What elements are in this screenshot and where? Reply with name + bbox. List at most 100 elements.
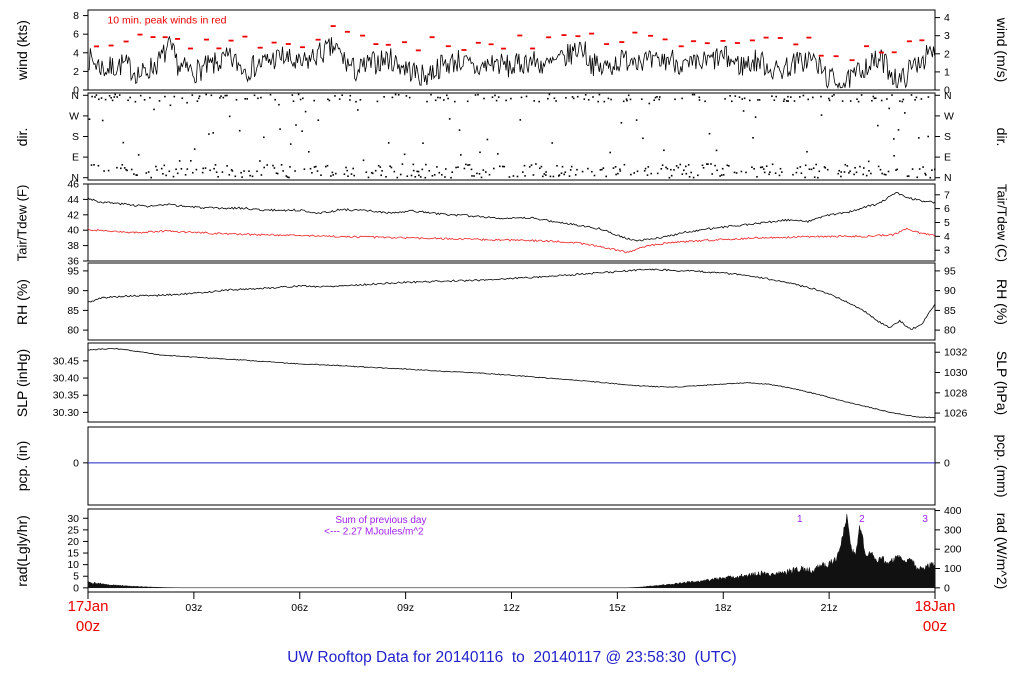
dir-dot (782, 100, 785, 102)
dir-dot (482, 169, 485, 171)
dir-dot (433, 174, 436, 176)
axis-title-tair-right: Tair/Tdew (C) (994, 183, 1010, 262)
dir-dot (891, 94, 893, 96)
dir-dot (190, 160, 192, 162)
dir-dot (738, 96, 741, 98)
dir-dot (587, 167, 589, 170)
dir-dot (412, 169, 415, 172)
dir-dot (100, 97, 103, 99)
dir-dot (176, 172, 179, 175)
dir-dot (675, 165, 678, 167)
x-axis-tick-label: 18z (715, 602, 732, 614)
peak-wind-dash (216, 47, 222, 50)
dir-dot (572, 97, 575, 100)
dir-dot (603, 100, 606, 103)
dir-dot (840, 175, 842, 178)
tick-label-rh-right: 90 (944, 285, 956, 297)
dir-dot (524, 175, 526, 177)
dir-dot (485, 171, 487, 173)
dir-dot (904, 112, 906, 114)
dir-dot (445, 168, 447, 170)
peak-wind-dash (561, 34, 567, 36)
tick-label-tair-left: 46 (67, 179, 79, 191)
dir-dot (833, 94, 835, 96)
peak-wind-dash (257, 46, 263, 49)
peak-wind-dash (175, 38, 180, 40)
dir-dot (643, 170, 646, 172)
peak-wind-dash (475, 41, 481, 44)
dir-dot (512, 175, 515, 177)
dir-dot (571, 96, 574, 98)
dir-dot (137, 154, 140, 156)
dir-dot (619, 170, 622, 172)
dir-dot (880, 99, 883, 102)
dir-dot (108, 95, 111, 97)
dir-dot (380, 174, 382, 177)
dir-dot (661, 164, 664, 166)
dir-dot (646, 174, 649, 176)
peak-wind-dash (137, 33, 143, 36)
dir-dot (295, 124, 297, 126)
dir-dot (463, 167, 466, 170)
dir-dot (126, 169, 128, 172)
dir-dot (121, 164, 124, 166)
tick-label-tair-right: 7 (944, 189, 950, 201)
dir-dot (91, 95, 93, 98)
tick-label-dir-right: N (944, 172, 952, 184)
dir-dot (644, 167, 647, 170)
dir-dot (887, 170, 890, 173)
dir-dot (371, 172, 374, 175)
dir-dot (918, 168, 921, 170)
dir-dot (681, 97, 683, 100)
peak-wind-dash (619, 41, 625, 43)
dir-dot (741, 98, 743, 100)
dir-dot (555, 100, 557, 102)
dir-dot (715, 149, 718, 152)
peak-wind-dash (415, 49, 421, 52)
series-relative-humidity (87, 268, 936, 330)
dir-dot (209, 169, 211, 172)
dir-dot (215, 171, 218, 173)
dir-dot (104, 98, 107, 101)
dir-dot (465, 163, 467, 166)
peak-wind-dash (662, 38, 668, 41)
dir-dot (549, 175, 552, 178)
dir-dot (745, 171, 747, 174)
dir-dot (804, 164, 807, 167)
dir-dot (719, 175, 721, 177)
dir-dot (896, 168, 898, 171)
dir-dot (202, 167, 204, 170)
dir-dot (828, 97, 830, 100)
dir-dot (614, 166, 617, 168)
axis-title-dir-left: dir. (14, 127, 30, 146)
dir-dot (299, 98, 302, 101)
tick-label-dir-right: N (944, 90, 952, 102)
tick-label-wind-right: 4 (944, 12, 950, 24)
dir-dot (641, 98, 643, 100)
peak-wind-dash (793, 43, 799, 46)
x-axis-tick-label: 21z (821, 602, 838, 614)
dir-dot (681, 173, 684, 175)
dir-dot (90, 164, 93, 166)
axis-title-rad-left: rad(Lgly/hr) (14, 514, 30, 587)
dir-dot (666, 167, 669, 170)
dir-dot (793, 100, 796, 102)
dir-dot (192, 171, 194, 174)
peak-wind-dash (330, 25, 336, 27)
panel-pcp-box (87, 426, 936, 506)
dir-dot (538, 100, 540, 103)
dir-dot (753, 168, 755, 170)
tick-label-tair-left: 38 (67, 240, 79, 252)
dir-dot (311, 172, 313, 174)
peak-wind-dash (849, 59, 855, 62)
dir-dot (491, 96, 494, 98)
dir-dot (846, 165, 849, 167)
dir-dot (374, 169, 377, 172)
axis-title-slp-right: SLP (hPa) (994, 350, 1010, 415)
dir-dot (539, 167, 541, 170)
dir-dot (916, 176, 918, 179)
dir-dot (149, 96, 151, 99)
dir-dot (397, 94, 400, 96)
dir-dot (443, 99, 445, 101)
dir-dot (201, 171, 204, 174)
